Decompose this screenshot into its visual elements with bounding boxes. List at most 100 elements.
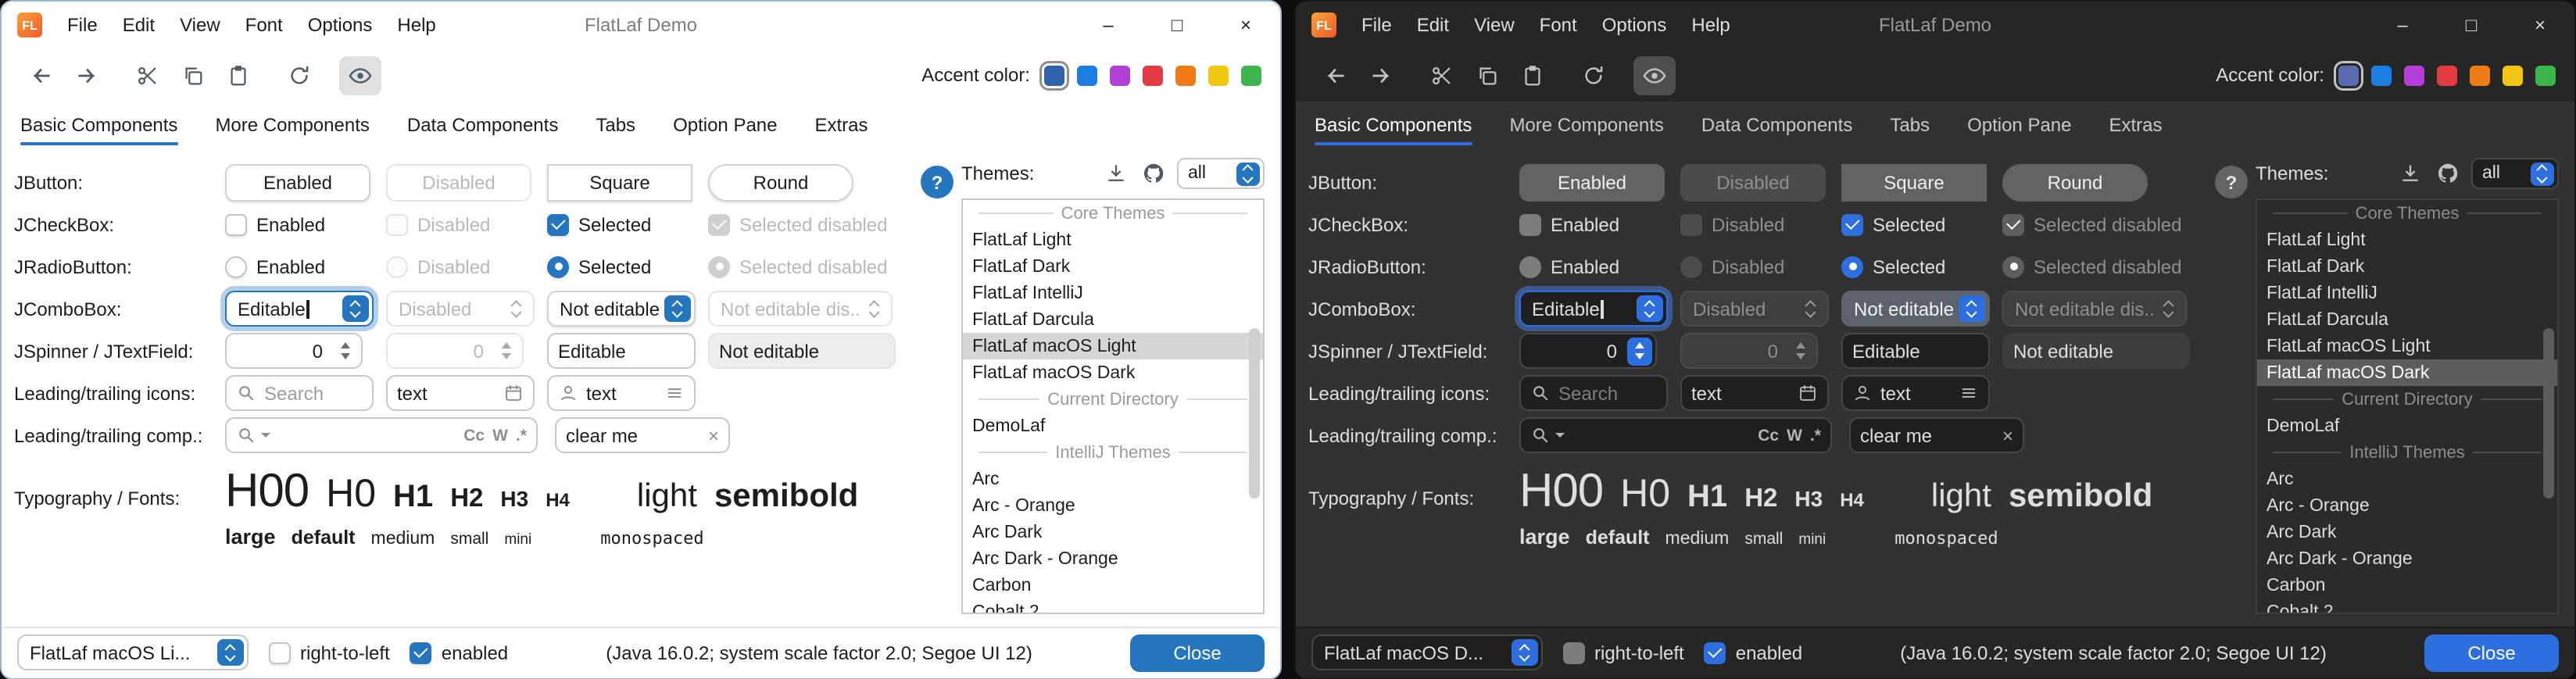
radio-selected[interactable] [1841, 256, 1863, 277]
laf-combobox[interactable]: FlatLaf macOS Li... [17, 634, 249, 670]
date-field[interactable]: text [386, 375, 535, 411]
combobox-arrow-icon[interactable] [1958, 295, 1984, 322]
help-button[interactable]: ? [2215, 166, 2248, 198]
square-button[interactable]: Square [1841, 163, 1987, 201]
accent-swatch[interactable] [2371, 65, 2392, 85]
tab[interactable]: Extras [2109, 102, 2163, 148]
menu-item[interactable]: Font [1527, 8, 1590, 42]
maximize-button[interactable]: □ [2437, 2, 2506, 48]
clear-icon[interactable]: × [2002, 424, 2013, 446]
tab[interactable]: Data Components [407, 102, 558, 148]
github-button[interactable] [2434, 160, 2460, 187]
menu-item[interactable]: View [167, 8, 233, 42]
tab[interactable]: More Components [1509, 102, 1663, 148]
theme-list-item[interactable]: Arc - Orange [2257, 492, 2557, 519]
scrollbar-thumb[interactable] [2543, 329, 2554, 499]
regex-button[interactable]: .* [516, 426, 527, 445]
theme-list-item[interactable]: FlatLaf Darcula [963, 306, 1263, 333]
menu-item[interactable]: Options [1590, 8, 1680, 42]
window-close-button[interactable]: × [2506, 2, 2574, 48]
theme-list-item[interactable]: Arc Dark - Orange [2257, 545, 2557, 572]
spinner[interactable]: 0 [1519, 333, 1657, 369]
combobox-not-editable[interactable]: Not editable [1841, 291, 1990, 327]
whole-word-button[interactable]: W [492, 426, 508, 445]
spinner[interactable]: 0 [225, 333, 363, 369]
tab[interactable]: Option Pane [673, 102, 777, 148]
regex-button[interactable]: .* [1810, 426, 1821, 445]
combobox-editable[interactable]: Editable [1519, 291, 1668, 327]
theme-list-item[interactable]: Carbon [2257, 572, 2557, 599]
accent-swatch[interactable] [1175, 65, 1196, 85]
theme-list-item[interactable]: FlatLaf IntelliJ [963, 280, 1263, 306]
combobox-editable[interactable]: Editable [225, 291, 374, 327]
match-case-button[interactable]: Cc [463, 426, 485, 445]
search-field[interactable]: Search [225, 375, 374, 411]
combobox-arrow-icon[interactable] [1236, 162, 1260, 185]
tab[interactable]: Basic Components [1315, 102, 1472, 148]
enabled-button[interactable]: Enabled [1519, 163, 1665, 201]
user-field[interactable]: text [547, 375, 696, 411]
theme-list-item[interactable]: FlatLaf Darcula [2257, 306, 2557, 333]
clearable-field[interactable]: clear me × [555, 417, 730, 453]
accent-swatch[interactable] [2503, 65, 2523, 85]
theme-list-item[interactable]: FlatLaf IntelliJ [2257, 280, 2557, 306]
enabled-checkbox[interactable] [1705, 641, 1726, 663]
rtl-checkbox[interactable] [269, 641, 291, 663]
back-button[interactable] [1315, 55, 1357, 95]
accent-swatch[interactable] [2338, 65, 2359, 85]
textfield-editable[interactable]: Editable [1841, 333, 1990, 369]
theme-list-item[interactable]: DemoLaf [2257, 413, 2557, 439]
theme-list-item[interactable]: Cobalt 2 [2257, 599, 2557, 613]
cut-button[interactable] [1421, 55, 1463, 95]
round-button[interactable]: Round [2002, 163, 2148, 201]
textfield-editable[interactable]: Editable [547, 333, 696, 369]
close-button[interactable]: Close [2424, 634, 2559, 671]
scrollbar[interactable] [2543, 203, 2554, 609]
menu-item[interactable]: Edit [110, 8, 167, 42]
titlebar[interactable]: FL FileEditViewFontOptionsHelp FlatLaf D… [1296, 2, 2574, 48]
tab[interactable]: Extras [815, 102, 868, 148]
accent-swatch[interactable] [1241, 65, 1261, 85]
maximize-button[interactable]: □ [1143, 2, 1211, 48]
theme-list-item[interactable]: FlatLaf Light [2257, 227, 2557, 253]
eye-toggle-button[interactable] [1633, 55, 1676, 95]
accent-swatch[interactable] [1044, 65, 1064, 85]
checkbox-selected[interactable] [547, 213, 569, 235]
theme-list-item[interactable]: FlatLaf Light [963, 227, 1263, 253]
eye-toggle-button[interactable] [339, 55, 381, 95]
copy-button[interactable] [172, 55, 214, 95]
theme-list-item[interactable]: DemoLaf [963, 413, 1263, 439]
refresh-button[interactable] [278, 55, 320, 95]
combobox-arrow-icon[interactable] [1511, 639, 1537, 666]
close-button[interactable]: Close [1130, 634, 1265, 671]
combobox-arrow-icon[interactable] [216, 639, 243, 666]
enabled-checkbox[interactable] [410, 641, 432, 663]
checkbox-enabled[interactable] [1519, 213, 1541, 235]
forward-button[interactable] [66, 55, 108, 95]
github-button[interactable] [1140, 160, 1166, 187]
search-comp-field[interactable]: Cc W .* [1519, 417, 1832, 453]
spinner-stepper-icon[interactable] [332, 337, 357, 365]
theme-list-item[interactable]: FlatLaf macOS Light [2257, 333, 2557, 359]
tab[interactable]: More Components [215, 102, 369, 148]
scrollbar-thumb[interactable] [1249, 329, 1260, 499]
accent-swatch[interactable] [1077, 65, 1097, 85]
clearable-field[interactable]: clear me × [1849, 417, 2024, 453]
radio-enabled[interactable] [1519, 256, 1541, 277]
paste-button[interactable] [1512, 55, 1554, 95]
rtl-checkbox[interactable] [1563, 641, 1585, 663]
square-button[interactable]: Square [547, 163, 692, 201]
accent-swatch[interactable] [2404, 65, 2424, 85]
combobox-arrow-icon[interactable] [342, 295, 368, 322]
menu-item[interactable]: Help [1679, 8, 1742, 42]
search-field[interactable]: Search [1519, 375, 1668, 411]
refresh-button[interactable] [1572, 55, 1615, 95]
theme-list-item[interactable]: FlatLaf macOS Dark [2257, 359, 2557, 386]
tab[interactable]: Tabs [1890, 102, 1930, 148]
help-button[interactable]: ? [921, 166, 953, 198]
themes-list[interactable]: Core ThemesFlatLaf LightFlatLaf DarkFlat… [961, 198, 1265, 613]
menu-item[interactable]: Edit [1404, 8, 1462, 42]
chevron-down-icon[interactable] [1555, 433, 1565, 438]
menu-item[interactable]: Options [295, 8, 385, 42]
accent-swatch[interactable] [2470, 65, 2490, 85]
